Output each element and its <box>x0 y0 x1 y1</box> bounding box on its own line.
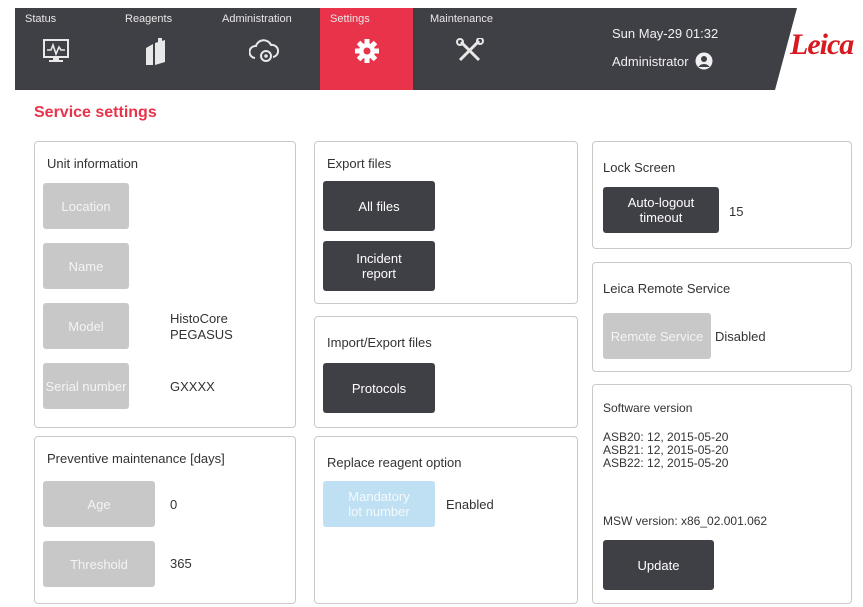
administration-icon <box>249 39 279 62</box>
remote-service-button[interactable]: Remote Service <box>603 313 711 359</box>
model-button[interactable]: Model <box>43 303 129 349</box>
location-button[interactable]: Location <box>43 183 129 229</box>
serial-number-button[interactable]: Serial number <box>43 363 129 409</box>
tab-reagents-label: Reagents <box>125 13 173 25</box>
software-version-panel: Software version ASB20: 12, 2015-05-20 A… <box>592 384 852 604</box>
gear-icon <box>354 39 379 63</box>
auto-logout-line2: timeout <box>639 210 683 225</box>
tab-administration[interactable]: Administration <box>212 8 316 90</box>
remote-service-status: Disabled <box>715 329 766 344</box>
preventive-maintenance-panel: Preventive maintenance [days] Age 0 Thre… <box>34 436 296 604</box>
mandatory-lot-number-line1: Mandatory <box>348 489 410 504</box>
datetime-display: Sun May-29 01:32 <box>612 26 719 41</box>
import-export-files-title: Import/Export files <box>327 335 432 350</box>
asb22-version: ASB22: 12, 2015-05-20 <box>603 456 729 470</box>
tab-maintenance-label: Maintenance <box>430 13 493 25</box>
lock-screen-title: Lock Screen <box>603 160 676 175</box>
tab-administration-label: Administration <box>222 13 292 25</box>
incident-report-button[interactable]: Incident report <box>323 241 435 291</box>
mandatory-lot-number-status: Enabled <box>446 497 494 512</box>
serial-number-value: GXXXX <box>170 379 215 394</box>
model-value-line1: HistoCore <box>170 311 228 326</box>
page-title: Service settings <box>34 104 157 121</box>
model-value: HistoCore PEGASUS <box>170 311 233 343</box>
leica-remote-service-title: Leica Remote Service <box>603 281 731 296</box>
leica-remote-service-panel: Leica Remote Service Remote Service Disa… <box>592 262 852 372</box>
unit-information-title: Unit information <box>47 156 139 171</box>
incident-report-line1: Incident <box>356 251 402 266</box>
tab-status[interactable]: Status <box>15 8 97 90</box>
auto-logout-line1: Auto-logout <box>627 195 695 210</box>
age-button[interactable]: Age <box>43 481 155 527</box>
protocols-button[interactable]: Protocols <box>323 363 435 413</box>
user-avatar-icon <box>695 52 713 70</box>
tab-settings[interactable]: Settings <box>320 8 413 90</box>
tab-maintenance[interactable]: Maintenance <box>420 8 520 90</box>
export-files-title: Export files <box>327 156 392 171</box>
incident-report-line2: report <box>362 266 396 281</box>
replace-reagent-option-title: Replace reagent option <box>327 455 462 470</box>
name-button[interactable]: Name <box>43 243 129 289</box>
status-monitor-icon <box>43 39 69 62</box>
threshold-value: 365 <box>170 556 192 571</box>
lock-screen-panel: Lock Screen Auto-logout timeout 15 <box>592 141 852 249</box>
mandatory-lot-number-button[interactable]: Mandatory lot number <box>323 481 435 527</box>
reagent-bottles-icon <box>146 38 165 65</box>
all-files-button[interactable]: All files <box>323 181 435 231</box>
model-value-line2: PEGASUS <box>170 327 233 342</box>
msw-version: MSW version: x86_02.001.062 <box>603 514 768 528</box>
top-navigation-bar: Status Reagents Administration Settings <box>15 8 863 90</box>
auto-logout-timeout-button[interactable]: Auto-logout timeout <box>603 187 719 233</box>
replace-reagent-option-panel: Replace reagent option Mandatory lot num… <box>314 436 578 604</box>
tab-settings-label: Settings <box>330 13 370 25</box>
auto-logout-timeout-value: 15 <box>729 204 744 219</box>
update-button[interactable]: Update <box>603 540 714 590</box>
user-menu[interactable]: Administrator <box>612 52 713 70</box>
tab-status-label: Status <box>25 13 57 25</box>
preventive-maintenance-title: Preventive maintenance [days] <box>47 451 225 466</box>
threshold-button[interactable]: Threshold <box>43 541 155 587</box>
software-version-title: Software version <box>603 401 693 415</box>
tab-reagents[interactable]: Reagents <box>115 8 197 90</box>
user-name: Administrator <box>612 53 689 69</box>
mandatory-lot-number-line2: lot number <box>348 504 410 519</box>
unit-information-panel: Unit information Location Name Model His… <box>34 141 296 428</box>
age-value: 0 <box>170 497 178 512</box>
leica-logo: Leica <box>790 28 854 61</box>
export-files-panel: Export files All files Incident report <box>314 141 578 304</box>
tools-icon <box>456 38 484 62</box>
import-export-files-panel: Import/Export files Protocols <box>314 316 578 428</box>
